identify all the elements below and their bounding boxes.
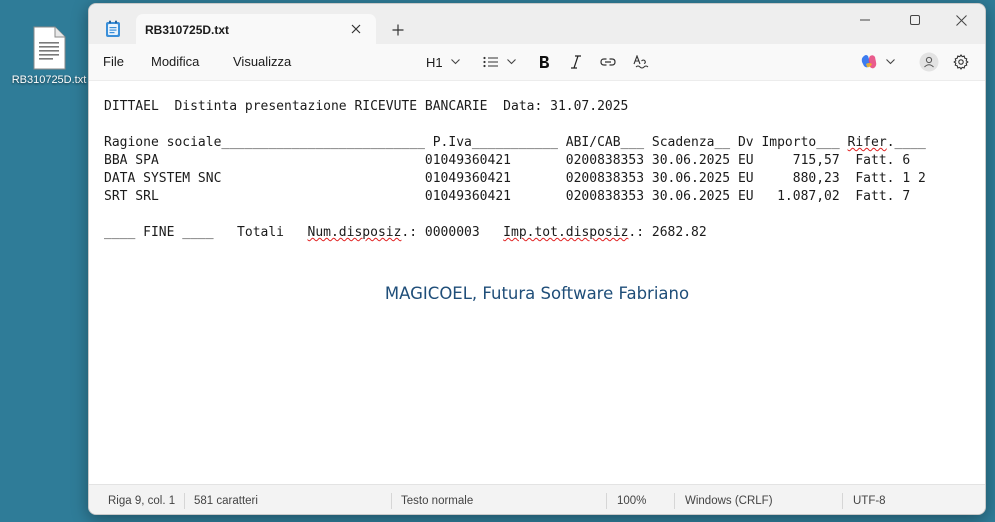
close-icon bbox=[955, 14, 967, 26]
status-divider bbox=[842, 493, 843, 509]
heading-label: H1 bbox=[426, 54, 443, 70]
avatar-icon bbox=[919, 52, 939, 72]
menu-view[interactable]: Visualizza bbox=[233, 54, 291, 69]
column-header-tail: .____ bbox=[886, 135, 926, 150]
link-button[interactable] bbox=[600, 52, 616, 72]
desktop-file-label: RB310725D.txt bbox=[11, 74, 87, 86]
notepad-window: RB310725D.txt File Modifica Visualizza H… bbox=[88, 3, 986, 515]
totals-label: ____ FINE ____ Totali bbox=[104, 225, 308, 240]
chevron-down-icon bbox=[507, 59, 516, 65]
tab-close-icon[interactable] bbox=[346, 19, 366, 39]
text-editor[interactable]: DITTAEL Distinta presentazione RICEVUTE … bbox=[89, 80, 985, 484]
title-bar[interactable]: RB310725D.txt bbox=[89, 4, 985, 45]
chevron-down-icon bbox=[886, 59, 895, 65]
minimize-icon bbox=[860, 19, 870, 21]
status-divider bbox=[674, 493, 675, 509]
column-header-line: Ragione sociale_________________________… bbox=[104, 134, 926, 152]
line-ending[interactable]: Windows (CRLF) bbox=[685, 495, 773, 507]
maximize-icon bbox=[910, 15, 920, 25]
spellcheck-icon bbox=[633, 55, 649, 69]
copilot-dropdown[interactable] bbox=[860, 52, 895, 72]
footer-note: MAGICOEL, Futura Software Fabriano bbox=[384, 284, 690, 303]
desktop-file-icon[interactable]: RB310725D.txt bbox=[10, 26, 88, 87]
document-header-line: DITTAEL Distinta presentazione RICEVUTE … bbox=[104, 99, 629, 114]
imp-tot-value: .: 2682.82 bbox=[628, 225, 707, 240]
column-header-rifer: Rifer bbox=[847, 135, 887, 150]
close-window-button[interactable] bbox=[938, 4, 984, 36]
notepad-app-icon bbox=[105, 20, 121, 43]
plus-icon bbox=[392, 24, 404, 36]
status-divider bbox=[184, 493, 185, 509]
menu-edit[interactable]: Modifica bbox=[151, 54, 199, 69]
num-disposiz-value: .: 0000003 bbox=[401, 225, 504, 240]
account-button[interactable] bbox=[919, 52, 939, 72]
num-disposiz-label: Num.disposiz bbox=[307, 225, 402, 240]
copilot-icon bbox=[861, 55, 877, 69]
new-tab-button[interactable] bbox=[387, 19, 409, 41]
text-file-icon bbox=[33, 26, 66, 70]
maximize-button[interactable] bbox=[892, 4, 938, 36]
status-divider bbox=[391, 493, 392, 509]
heading-dropdown[interactable]: H1 bbox=[426, 52, 460, 72]
table-row: SRT SRL 01049360421 0200838353 30.06.202… bbox=[104, 189, 911, 204]
italic-icon bbox=[571, 55, 581, 69]
list-dropdown[interactable] bbox=[483, 52, 516, 72]
menu-bar: File Modifica Visualizza H1 bbox=[89, 44, 985, 80]
bulleted-list-icon bbox=[483, 56, 498, 68]
settings-button[interactable] bbox=[953, 52, 969, 72]
cursor-position: Riga 9, col. 1 bbox=[108, 495, 176, 507]
text-format[interactable]: Testo normale bbox=[401, 495, 473, 507]
imp-tot-label: Imp.tot.disposiz bbox=[503, 225, 629, 240]
encoding[interactable]: UTF-8 bbox=[853, 495, 886, 507]
gear-icon bbox=[953, 54, 969, 70]
bold-button[interactable] bbox=[538, 52, 550, 72]
status-bar: Riga 9, col. 1 581 caratteri Testo norma… bbox=[89, 484, 985, 514]
status-divider bbox=[606, 493, 607, 509]
spellcheck-button[interactable] bbox=[633, 52, 649, 72]
bold-icon bbox=[540, 56, 549, 68]
link-icon bbox=[600, 58, 616, 66]
menu-file[interactable]: File bbox=[103, 54, 124, 69]
italic-button[interactable] bbox=[570, 52, 582, 72]
tab-title: RB310725D.txt bbox=[145, 23, 230, 37]
totals-line: ____ FINE ____ Totali Num.disposiz.: 000… bbox=[104, 224, 707, 242]
chevron-down-icon bbox=[450, 59, 460, 65]
table-row: BBA SPA 01049360421 0200838353 30.06.202… bbox=[104, 153, 911, 168]
column-header-text: Ragione sociale_________________________… bbox=[104, 135, 848, 150]
table-row: DATA SYSTEM SNC 01049360421 0200838353 3… bbox=[104, 171, 926, 186]
character-count: 581 caratteri bbox=[194, 495, 258, 507]
zoom-level[interactable]: 100% bbox=[617, 495, 646, 507]
tab-rb310725d[interactable]: RB310725D.txt bbox=[136, 14, 376, 45]
minimize-button[interactable] bbox=[842, 4, 888, 36]
